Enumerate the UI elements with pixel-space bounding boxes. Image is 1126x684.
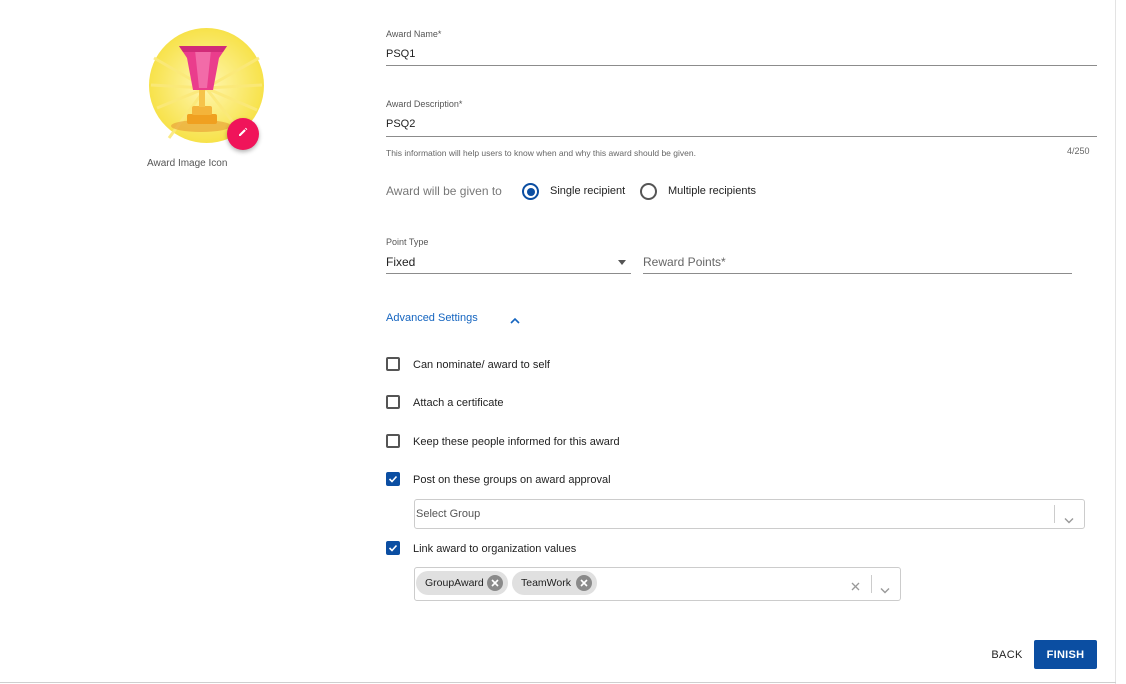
keep-informed-label[interactable]: Keep these people informed for this awar…	[413, 436, 620, 448]
keep-informed-checkbox[interactable]	[386, 434, 400, 448]
point-type-select[interactable]: Fixed	[386, 255, 415, 269]
point-type-underline	[386, 273, 631, 274]
clear-all-icon[interactable]	[851, 578, 860, 591]
single-recipient-label[interactable]: Single recipient	[550, 185, 625, 197]
link-values-checkbox[interactable]	[386, 541, 400, 555]
select-group-separator	[1054, 505, 1055, 523]
chevron-down-icon[interactable]	[880, 581, 890, 594]
panel-bottom-border	[0, 682, 1116, 683]
remove-chip-icon[interactable]	[576, 575, 592, 591]
award-description-input[interactable]: PSQ2	[386, 118, 415, 130]
remove-chip-icon[interactable]	[487, 575, 503, 591]
self-nominate-label[interactable]: Can nominate/ award to self	[413, 359, 550, 371]
back-button[interactable]: BACK	[984, 641, 1030, 669]
post-groups-label[interactable]: Post on these groups on award approval	[413, 474, 611, 486]
advanced-settings-toggle[interactable]: Advanced Settings	[386, 312, 478, 324]
multiple-recipients-radio[interactable]	[640, 183, 657, 200]
reward-points-input[interactable]: Reward Points*	[643, 255, 726, 269]
self-nominate-checkbox[interactable]	[386, 357, 400, 371]
chip-label: GroupAward	[425, 577, 484, 589]
award-description-label: Award Description*	[386, 99, 463, 109]
point-type-label: Point Type	[386, 237, 429, 247]
checkmark-icon	[388, 475, 398, 483]
attach-certificate-checkbox[interactable]	[386, 395, 400, 409]
chevron-up-icon[interactable]	[509, 313, 521, 324]
checkmark-icon	[388, 544, 398, 552]
values-separator	[871, 575, 872, 593]
single-recipient-radio[interactable]	[522, 183, 539, 200]
panel-right-border	[1115, 0, 1116, 684]
multiple-recipients-label[interactable]: Multiple recipients	[668, 185, 756, 197]
select-group-dropdown[interactable]	[414, 499, 1085, 529]
chip-label: TeamWork	[521, 577, 571, 589]
image-caption: Award Image Icon	[147, 158, 228, 169]
chevron-down-icon[interactable]	[1064, 511, 1074, 524]
description-char-counter: 4/250	[1067, 146, 1090, 156]
point-type-dropdown-icon[interactable]	[618, 260, 626, 265]
reward-points-underline	[643, 273, 1072, 274]
select-group-placeholder: Select Group	[416, 508, 481, 520]
pencil-icon	[237, 125, 249, 143]
link-values-label[interactable]: Link award to organization values	[413, 543, 576, 555]
description-helper-text: This information will help users to know…	[386, 148, 696, 158]
given-to-label: Award will be given to	[386, 184, 502, 198]
attach-certificate-label[interactable]: Attach a certificate	[413, 397, 504, 409]
award-name-input[interactable]: PSQ1	[386, 48, 415, 60]
award-name-label: Award Name*	[386, 29, 442, 39]
award-name-underline	[386, 65, 1097, 66]
finish-button[interactable]: FINISH	[1034, 640, 1097, 669]
edit-image-button[interactable]	[227, 118, 259, 150]
award-description-underline	[386, 136, 1097, 137]
post-groups-checkbox[interactable]	[386, 472, 400, 486]
